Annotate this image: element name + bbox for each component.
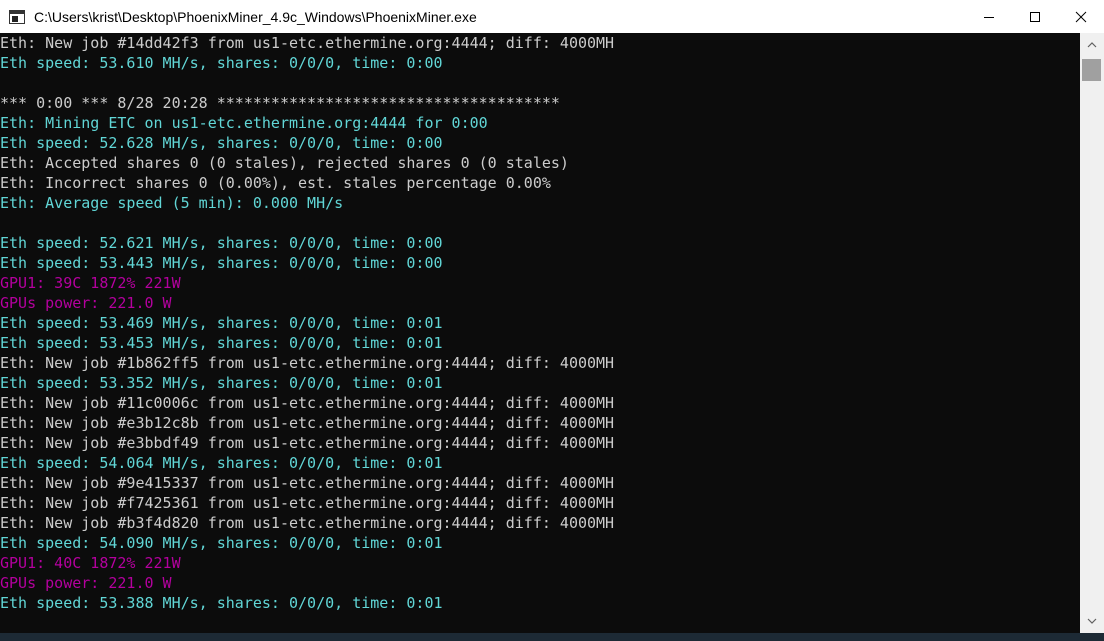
console-line: Eth speed: 53.453 MH/s, shares: 0/0/0, t… [0,334,443,352]
chevron-up-icon [1087,42,1097,48]
maximize-icon [1030,11,1040,22]
console-line: Eth speed: 54.090 MH/s, shares: 0/0/0, t… [0,534,443,552]
console-window-icon[interactable] [9,9,25,24]
window-controls [966,0,1104,33]
console-line: Eth: Mining ETC on us1-etc.ethermine.org… [0,114,488,132]
minimize-button[interactable] [966,0,1012,33]
console-line: GPUs power: 221.0 W [0,294,172,312]
chevron-down-icon [1087,618,1097,624]
window-title: C:\Users\krist\Desktop\PhoenixMiner_4.9c… [34,8,477,25]
console-line: Eth: New job #14dd42f3 from us1-etc.ethe… [0,34,615,52]
console-line: Eth speed: 53.388 MH/s, shares: 0/0/0, t… [0,594,443,612]
desktop-strip [0,633,1104,641]
console-line: Eth speed: 54.064 MH/s, shares: 0/0/0, t… [0,454,443,472]
console-line: Eth: New job #9e415337 from us1-etc.ethe… [0,474,615,492]
close-button[interactable] [1058,0,1104,33]
console-line: Eth speed: 52.621 MH/s, shares: 0/0/0, t… [0,234,443,252]
maximize-button[interactable] [1012,0,1058,33]
console-line: Eth: New job #f7425361 from us1-etc.ethe… [0,494,615,512]
title-bar[interactable]: C:\Users\krist\Desktop\PhoenixMiner_4.9c… [0,0,1104,33]
console-line: Eth: New job #e3b12c8b from us1-etc.ethe… [0,414,615,432]
console-lines: Eth: New job #14dd42f3 from us1-etc.ethe… [0,33,1080,613]
vertical-scrollbar[interactable] [1080,33,1104,633]
console-line: Eth speed: 53.469 MH/s, shares: 0/0/0, t… [0,314,443,332]
console-line: GPUs power: 221.0 W [0,574,172,592]
console-line: Eth speed: 53.610 MH/s, shares: 0/0/0, t… [0,54,443,72]
console-line: Eth: Average speed (5 min): 0.000 MH/s [0,194,344,212]
console-output[interactable]: Eth: New job #14dd42f3 from us1-etc.ethe… [0,33,1080,633]
console-line: GPU1: 39C 1872% 221W [0,274,181,292]
console-line: Eth speed: 53.352 MH/s, shares: 0/0/0, t… [0,374,443,392]
console-line: Eth speed: 52.628 MH/s, shares: 0/0/0, t… [0,134,443,152]
scroll-thumb[interactable] [1082,59,1101,81]
console-line: Eth: Incorrect shares 0 (0.00%), est. st… [0,174,551,192]
console-line: Eth: Accepted shares 0 (0 stales), rejec… [0,154,569,172]
minimize-icon [984,16,994,18]
console-line: Eth: New job #e3bbdf49 from us1-etc.ethe… [0,434,615,452]
console-line: Eth: New job #b3f4d820 from us1-etc.ethe… [0,514,615,532]
console-line: Eth speed: 53.443 MH/s, shares: 0/0/0, t… [0,254,443,272]
console-line: Eth: New job #11c0006c from us1-etc.ethe… [0,394,615,412]
scroll-down-button[interactable] [1080,609,1104,633]
close-icon [1075,11,1087,22]
console-line: *** 0:00 *** 8/28 20:28 ****************… [0,94,560,112]
console-line: GPU1: 40C 1872% 221W [0,554,181,572]
console-line: Eth: New job #1b862ff5 from us1-etc.ethe… [0,354,615,372]
scroll-up-button[interactable] [1080,33,1104,57]
console-window: C:\Users\krist\Desktop\PhoenixMiner_4.9c… [0,0,1104,641]
